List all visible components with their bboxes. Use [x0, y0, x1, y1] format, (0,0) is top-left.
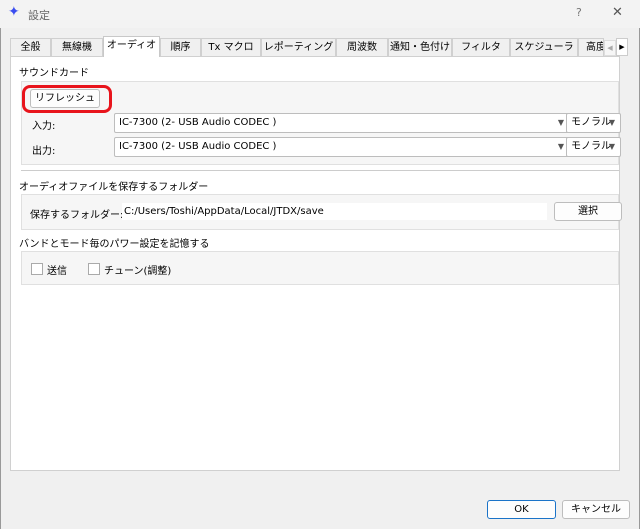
chevron-down-icon: ▼	[608, 118, 615, 127]
ok-button[interactable]: OK	[487, 500, 556, 519]
close-button[interactable]: ✕	[612, 5, 623, 20]
tune-label: チューン(調整)	[104, 266, 172, 277]
transmit-checkbox[interactable]	[31, 263, 43, 275]
output-channel-value: モノラル	[571, 141, 611, 152]
chevron-down-icon: ▼	[557, 142, 564, 151]
transmit-label: 送信	[47, 266, 67, 277]
tab-audio[interactable]: オーディオ	[103, 36, 160, 57]
power-heading: バンドとモード毎のパワー設定を記憶する	[19, 239, 210, 250]
output-device-value: IC-7300 (2- USB Audio CODEC )	[119, 141, 277, 152]
tune-checkbox[interactable]	[88, 263, 100, 275]
refresh-button[interactable]: リフレッシュ	[30, 89, 100, 108]
tab-general[interactable]: 全般	[10, 38, 51, 57]
folder-heading: オーディオファイルを保存するフォルダー	[19, 182, 209, 193]
power-group: 送信 チューン(調整)	[21, 251, 619, 285]
help-button[interactable]: ?	[576, 6, 582, 19]
audio-tab-panel: サウンドカード リフレッシュ 入力: IC-7300 (2- USB Audio…	[10, 56, 622, 471]
tab-frequencies[interactable]: 周波数	[336, 38, 388, 57]
soundcard-group: リフレッシュ 入力: IC-7300 (2- USB Audio CODEC )…	[21, 81, 621, 165]
input-device-value: IC-7300 (2- USB Audio CODEC )	[119, 117, 277, 128]
tab-radio[interactable]: 無線機	[51, 38, 103, 57]
folder-label: 保存するフォルダー:	[30, 210, 124, 221]
output-device-select[interactable]: IC-7300 (2- USB Audio CODEC ) ▼	[114, 137, 570, 157]
tab-tx-macros[interactable]: Tx マクロ	[201, 38, 261, 57]
input-channel-select[interactable]: モノラル ▼	[566, 113, 621, 133]
window-title: 設定	[28, 9, 50, 22]
select-folder-button[interactable]: 選択	[554, 202, 622, 221]
soundcard-heading: サウンドカード	[19, 68, 89, 79]
title-bar: ✦ 設定 ? ✕	[0, 0, 640, 28]
input-channel-value: モノラル	[571, 117, 611, 128]
chevron-down-icon: ▼	[557, 118, 564, 127]
tab-notifications[interactable]: 通知・色付け	[388, 38, 452, 57]
tab-filters[interactable]: フィルタ	[452, 38, 510, 57]
tab-reporting[interactable]: レポーティング	[261, 38, 336, 57]
star-icon: ✦	[8, 4, 20, 20]
output-channel-select[interactable]: モノラル ▼	[566, 137, 621, 157]
tab-advanced[interactable]: 高度	[578, 38, 604, 57]
output-label: 出力:	[32, 146, 56, 157]
input-label: 入力:	[32, 121, 56, 132]
tab-scroll-right-button[interactable]: ▶	[616, 38, 628, 56]
folder-path-field[interactable]: C:/Users/Toshi/AppData/Local/JTDX/save	[122, 203, 547, 220]
divider	[21, 170, 619, 171]
chevron-down-icon: ▼	[608, 142, 615, 151]
cancel-button[interactable]: キャンセル	[562, 500, 630, 519]
input-device-select[interactable]: IC-7300 (2- USB Audio CODEC ) ▼	[114, 113, 570, 133]
tab-sequence[interactable]: 順序	[160, 38, 201, 57]
tab-scroll-left-button[interactable]: ◀	[604, 40, 616, 56]
folder-group: 保存するフォルダー: C:/Users/Toshi/AppData/Local/…	[21, 194, 622, 230]
tab-scheduler[interactable]: スケジューラ	[510, 38, 578, 57]
